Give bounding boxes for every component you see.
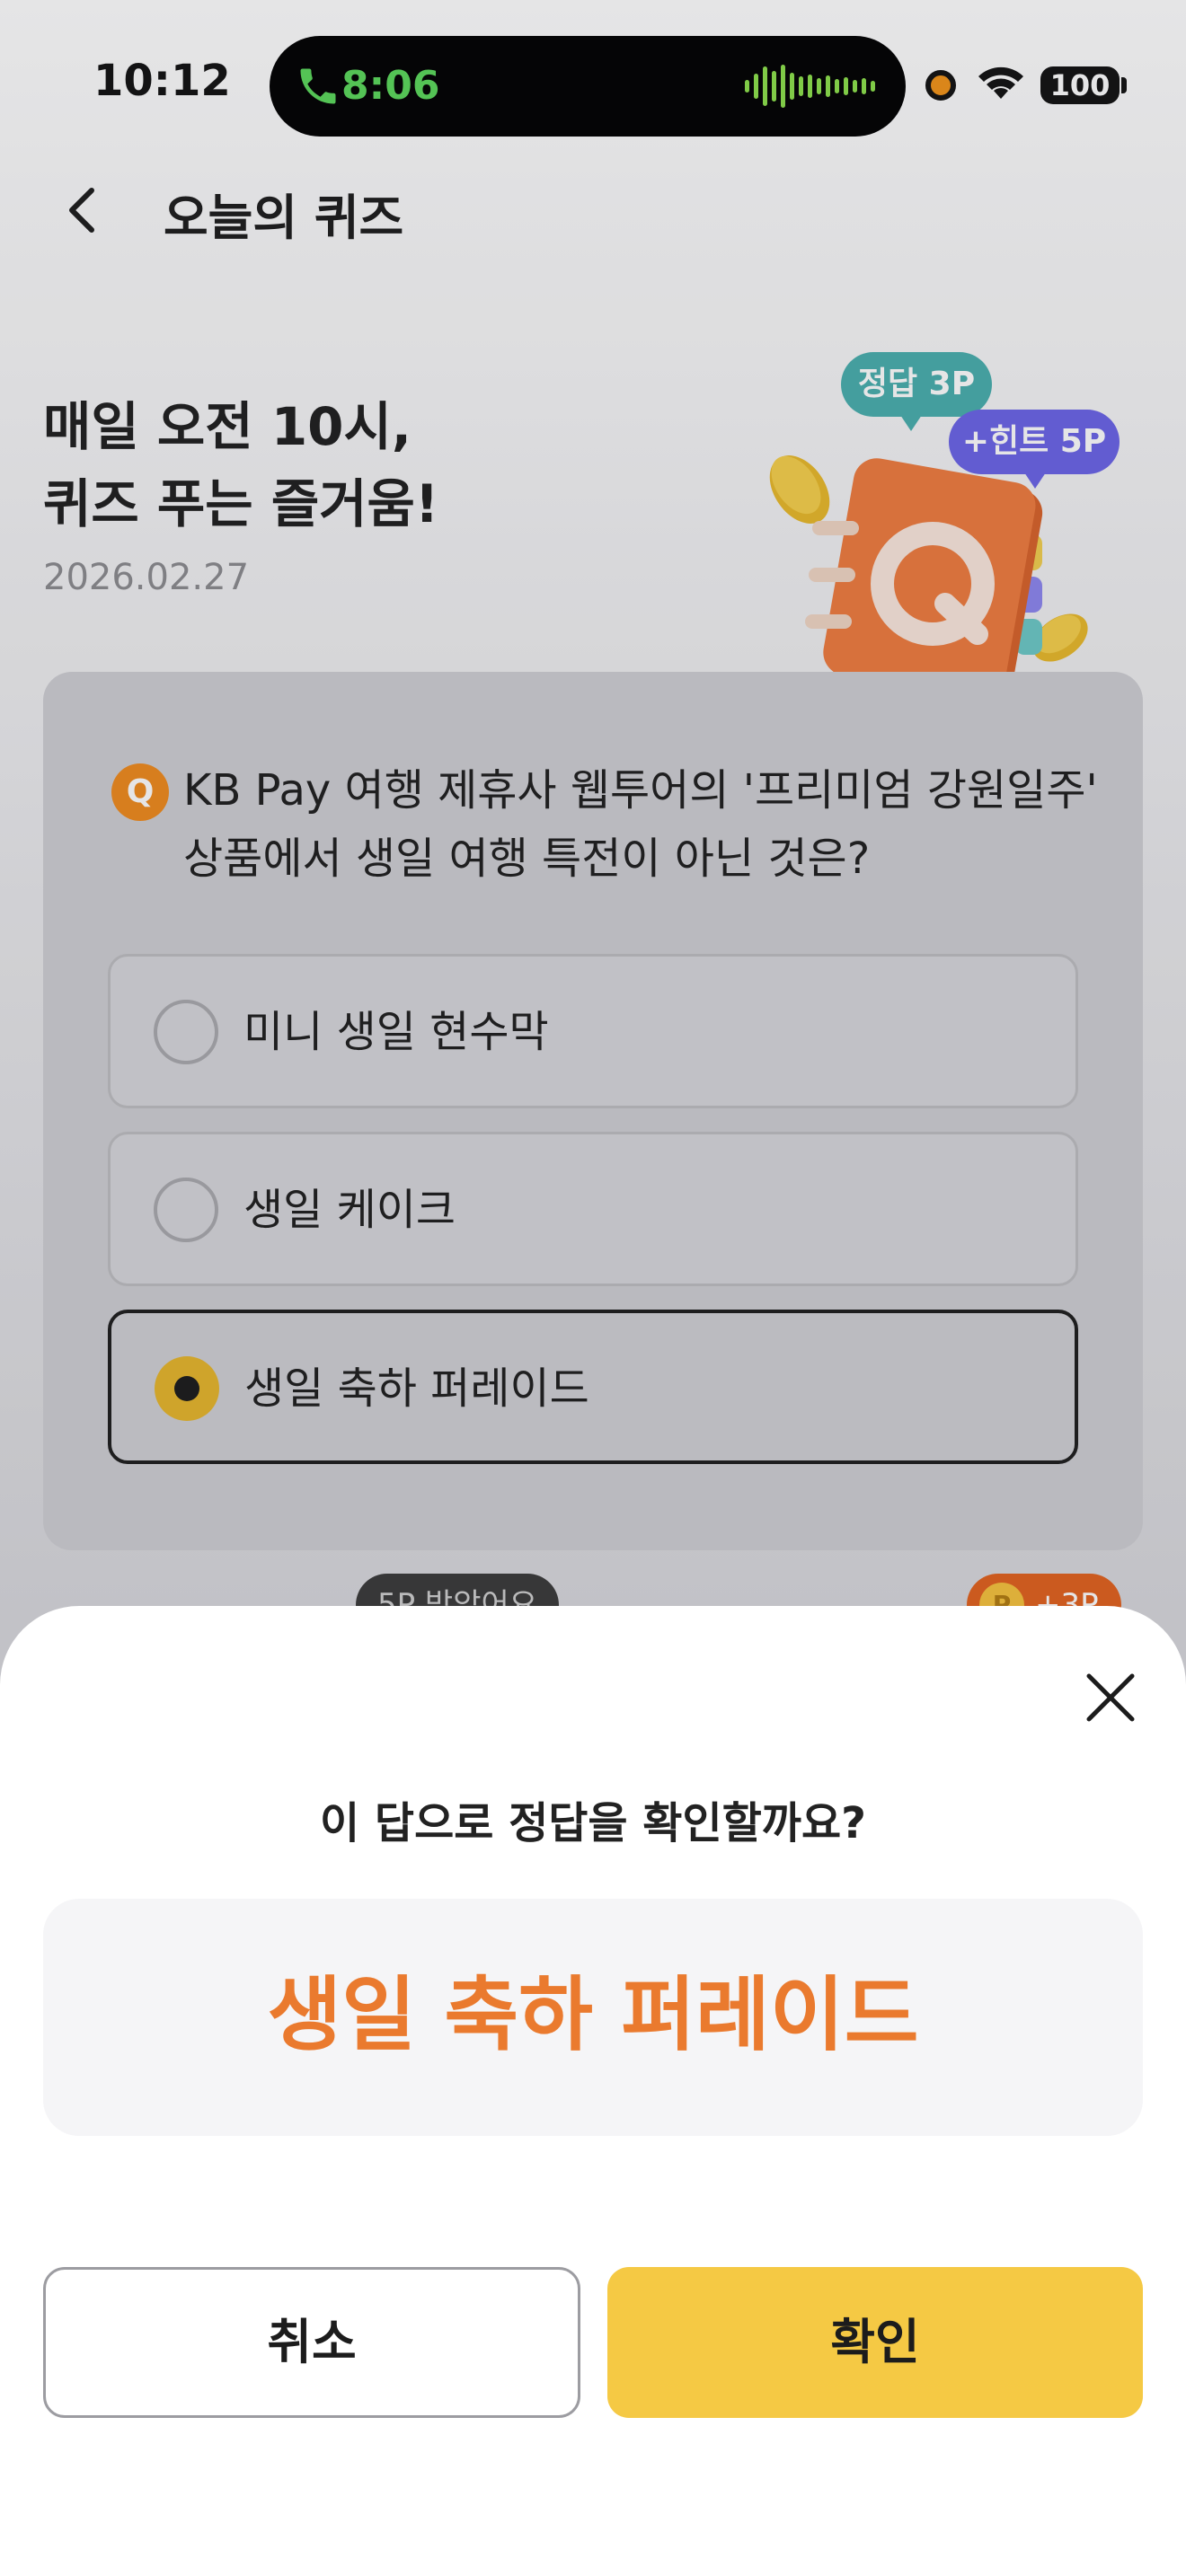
confirm-button[interactable]: 확인: [607, 2267, 1143, 2418]
cancel-button[interactable]: 취소: [43, 2267, 580, 2418]
selected-answer-text: 생일 축하 퍼레이드: [267, 1968, 919, 2062]
quiz-page: 10:12 8:06 100 오늘의 퀴즈 매일 오전 10시, 퀴즈 푸는 즐…: [0, 0, 1186, 2576]
sheet-title: 이 답으로 정답을 확인할까요?: [320, 1798, 866, 1848]
close-icon[interactable]: [1076, 1663, 1145, 1732]
